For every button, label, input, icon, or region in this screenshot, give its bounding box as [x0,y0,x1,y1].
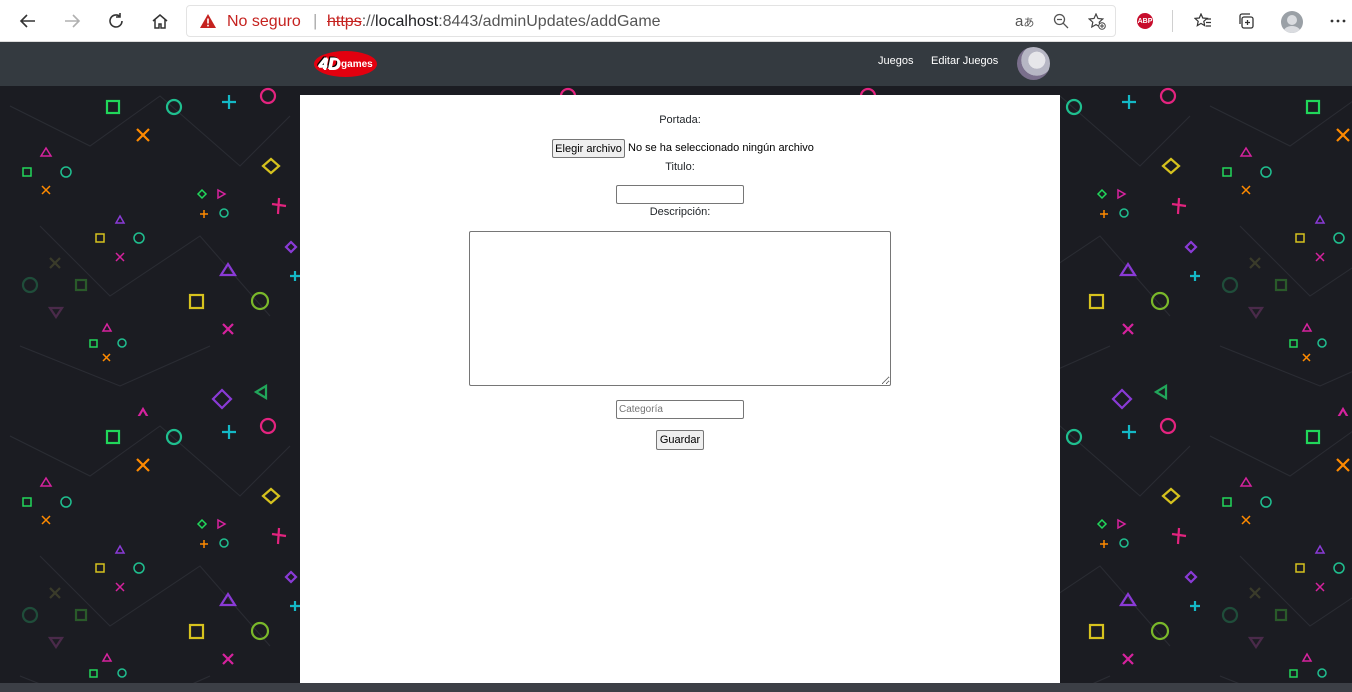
nav-link-juegos[interactable]: Juegos [878,55,913,67]
url-path: :8443/adminUpdates/addGame [438,13,661,30]
favorites-icon[interactable] [1188,6,1218,36]
reload-icon[interactable] [101,6,131,36]
security-status[interactable]: No seguro [227,13,301,31]
home-icon[interactable] [145,6,175,36]
add-favorite-icon[interactable] [1087,12,1106,34]
cover-label: Portada: [659,114,701,126]
choose-file-button[interactable]: Elegir archivo [552,139,625,158]
url-separator: | [313,11,318,30]
url-scheme-separator: :// [361,13,376,30]
title-label: Titulo: [665,161,695,173]
nav-link-editar-juegos[interactable]: Editar Juegos [931,55,998,67]
forward-arrow-icon[interactable] [57,6,87,36]
logo-games: games [341,58,373,70]
adblock-plus-icon[interactable]: ABP [1137,13,1153,29]
url-text[interactable]: https://localhost:8443/adminUpdates/addG… [327,13,661,31]
add-game-form: Portada: Elegir archivo No se ha selecci… [300,95,1060,683]
site-logo[interactable]: 4 Dgames [314,51,377,77]
user-avatar[interactable] [1017,47,1050,80]
bottom-scroll-edge [0,683,1352,692]
description-textarea[interactable] [469,231,891,386]
url-host: localhost [375,13,439,30]
category-input[interactable] [616,400,744,419]
back-arrow-icon[interactable] [13,6,43,36]
url-scheme: https [327,13,362,30]
address-bar[interactable]: No seguro | https://localhost:8443/admin… [186,5,1116,37]
read-aloud-icon[interactable]: aあ [1015,13,1034,30]
file-status-text: No se ha seleccionado ningún archivo [628,142,814,154]
title-input[interactable] [616,185,744,204]
logo-four: 4 [318,54,328,73]
site-navbar: 4 Dgames Juegos Editar Juegos [0,42,1352,86]
collections-icon[interactable] [1231,6,1261,36]
zoom-icon[interactable] [1053,13,1069,33]
save-button[interactable]: Guardar [656,430,704,450]
logo-d: D [327,54,341,73]
more-menu-icon[interactable] [1323,6,1352,36]
browser-toolbar: No seguro | https://localhost:8443/admin… [0,0,1352,42]
warning-icon [199,13,217,34]
profile-avatar-icon[interactable] [1281,11,1303,33]
description-label: Descripción: [649,206,711,218]
toolbar-divider [1172,10,1173,32]
